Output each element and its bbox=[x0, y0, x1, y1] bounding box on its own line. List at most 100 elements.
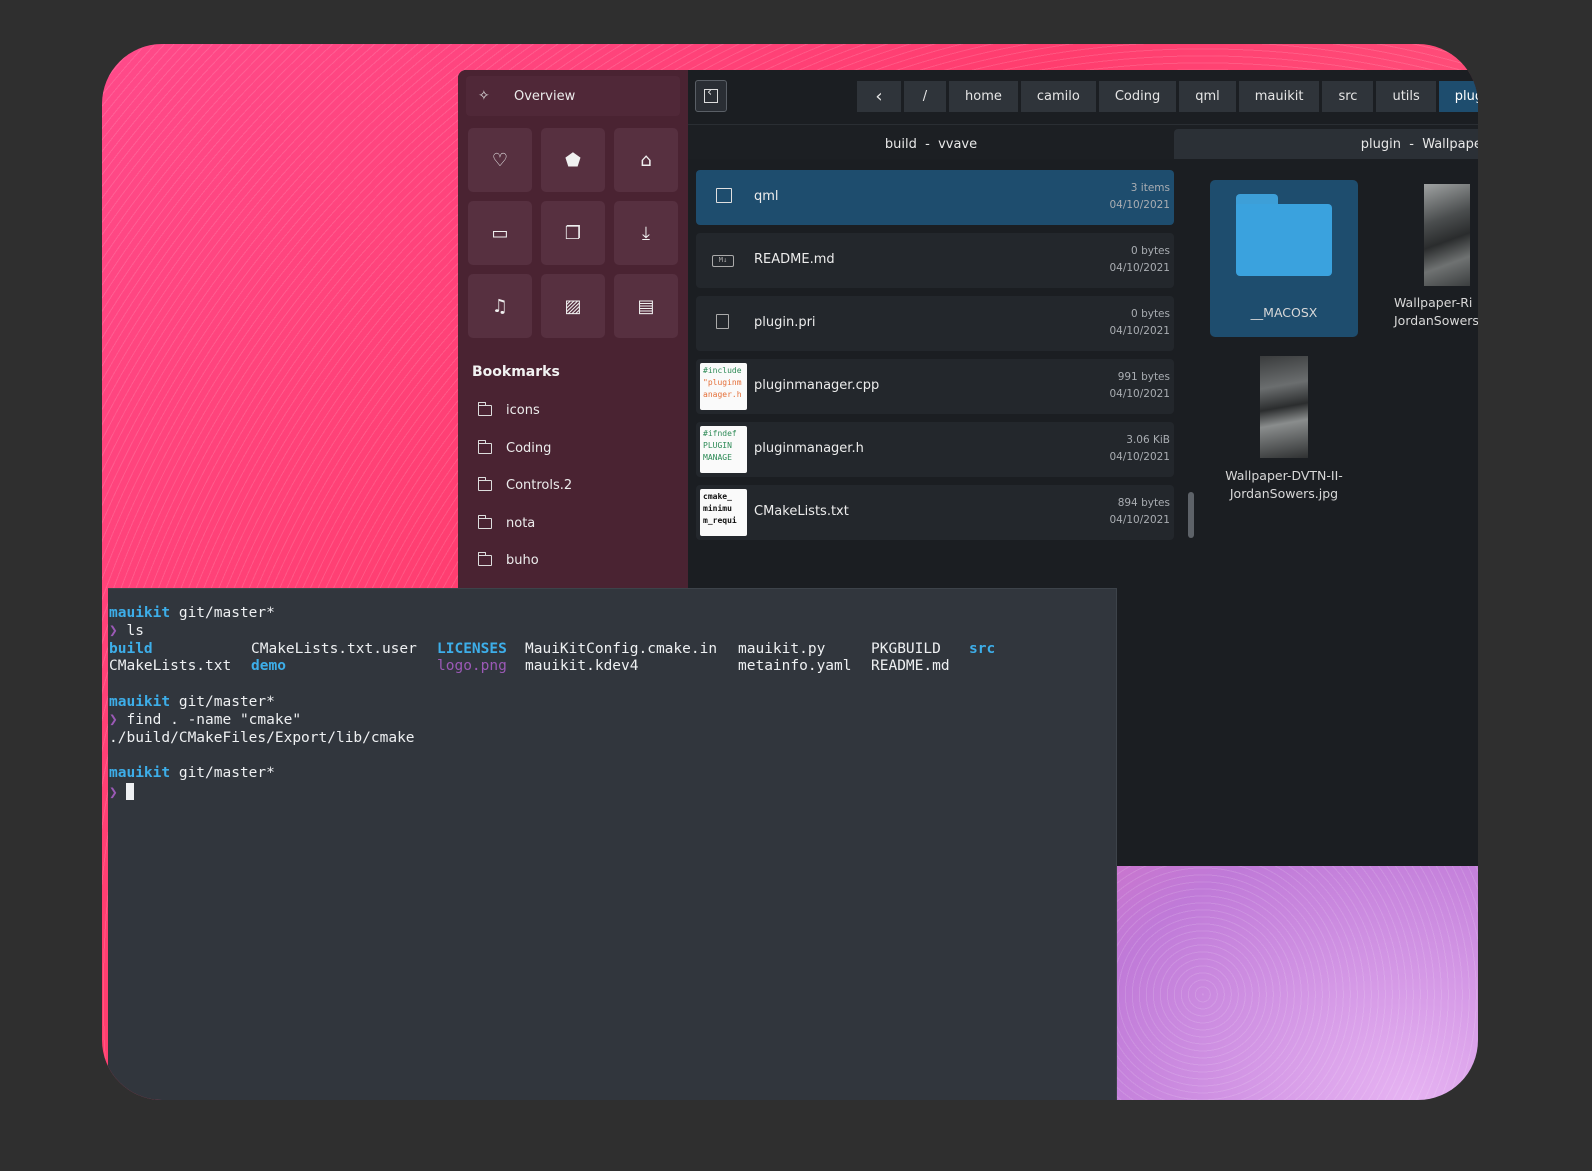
tab-subtitle: Wallpapers bbox=[1422, 136, 1478, 152]
breadcrumb-mauikit[interactable]: mauikit bbox=[1238, 81, 1320, 112]
list-item[interactable]: qml 3 items 04/10/2021 bbox=[696, 170, 1174, 225]
ls-entry: LICENSES bbox=[437, 640, 507, 657]
file-meta: 991 bytes 04/10/2021 bbox=[1109, 369, 1170, 403]
prompt-branch: git/master* bbox=[178, 605, 275, 621]
list-item[interactable]: #ifndef PLUGIN MANAGE pluginmanager.h 3.… bbox=[696, 422, 1174, 477]
sidebar-item-overview[interactable]: ✧ Overview bbox=[466, 76, 680, 116]
sidebar-item-icons[interactable]: icons bbox=[466, 392, 680, 430]
film-icon[interactable]: ▤ bbox=[614, 274, 678, 338]
file-date: 04/10/2021 bbox=[1109, 451, 1170, 463]
file-meta: 894 bytes 04/10/2021 bbox=[1109, 495, 1170, 529]
breadcrumb-plugin[interactable]: plugin bbox=[1438, 81, 1478, 112]
tab-separator: - bbox=[925, 136, 930, 152]
sidebar-item-nota[interactable]: nota bbox=[466, 505, 680, 543]
preview-line: #include bbox=[703, 366, 742, 375]
download-icon[interactable]: ⤓ bbox=[614, 201, 678, 265]
file-size: 3.06 KiB bbox=[1126, 434, 1170, 446]
grid-item-wallpaper-ri[interactable]: Wallpaper-Ri JordanSowers bbox=[1374, 180, 1478, 337]
ls-entry: metainfo.yaml bbox=[738, 658, 852, 675]
file-preview-thumbnail: cmake_ minimu m_requi bbox=[700, 489, 747, 536]
image-thumbnail bbox=[1260, 356, 1308, 458]
grid-item-wallpaper-dvtn[interactable]: Wallpaper-DVTN-II- JordanSowers.jpg bbox=[1210, 352, 1358, 512]
breadcrumb-coding[interactable]: Coding bbox=[1098, 81, 1177, 112]
tab-bar: build - vvave plugin - Wallpapers bbox=[688, 124, 1478, 159]
sidebar-toggle-button[interactable] bbox=[695, 80, 727, 112]
file-name: plugin.pri bbox=[754, 315, 816, 330]
list-item[interactable]: #include "pluginm anager.h pluginmanager… bbox=[696, 359, 1174, 414]
music-icon[interactable]: ♫ bbox=[468, 274, 532, 338]
ls-entry: PKGBUILD bbox=[871, 640, 941, 657]
preview-line: m_requi bbox=[703, 516, 737, 525]
folder-icon bbox=[477, 439, 492, 454]
ls-entry: README.md bbox=[871, 658, 950, 675]
breadcrumb-utils[interactable]: utils bbox=[1376, 81, 1436, 112]
sidebar-toggle-icon bbox=[704, 85, 718, 103]
tab-plugin-wallpapers[interactable]: plugin - Wallpapers bbox=[1174, 129, 1478, 159]
overview-label: Overview bbox=[514, 88, 576, 104]
prompt-dir: mauikit bbox=[109, 605, 171, 621]
file-date: 04/10/2021 bbox=[1109, 262, 1170, 274]
sidebar-item-coding[interactable]: Coding bbox=[466, 430, 680, 468]
ls-entry: mauikit.py bbox=[738, 640, 826, 657]
list-item[interactable]: M↓ README.md 0 bytes 04/10/2021 bbox=[696, 233, 1174, 288]
prompt-dir: mauikit bbox=[109, 765, 171, 782]
heart-icon[interactable]: ♡ bbox=[468, 128, 532, 192]
file-meta: 3.06 KiB 04/10/2021 bbox=[1109, 432, 1170, 466]
file-meta: 3 items 04/10/2021 bbox=[1109, 180, 1170, 214]
bookmarks-list: icons Coding Controls.2 nota buho bbox=[466, 392, 680, 580]
prompt-dir: mauikit bbox=[109, 693, 171, 710]
file-name: README.md bbox=[754, 252, 835, 267]
file-name: pluginmanager.cpp bbox=[754, 378, 880, 393]
breadcrumb-camilo[interactable]: camilo bbox=[1020, 81, 1096, 112]
file-size: 894 bytes bbox=[1117, 497, 1170, 509]
grid-item-label: Wallpaper-DVTN-II- JordanSowers.jpg bbox=[1210, 467, 1358, 503]
preview-line: cmake_ bbox=[703, 492, 732, 501]
file-date: 04/10/2021 bbox=[1109, 325, 1170, 337]
terminal-window[interactable]: mauikit git/master* ❯ ls build CMakeLists… bbox=[108, 588, 1117, 1100]
grid-item-label-line: JordanSowers.jpg bbox=[1229, 486, 1339, 501]
file-preview-thumbnail: #include "pluginm anager.h bbox=[700, 363, 747, 410]
quick-places-grid: ♡ ⬟ ⌂ ▭ ❐ ⤓ ♫ ▨ ▤ bbox=[468, 128, 682, 338]
home-icon[interactable]: ⌂ bbox=[614, 128, 678, 192]
grid-item-macosx[interactable]: __MACOSX bbox=[1210, 180, 1358, 337]
back-button[interactable]: ‹ bbox=[857, 81, 901, 112]
tag-icon[interactable]: ⬟ bbox=[541, 128, 605, 192]
prompt-symbol: ❯ bbox=[109, 622, 118, 639]
sidebar-item-buho[interactable]: buho bbox=[466, 542, 680, 580]
breadcrumb-home[interactable]: home bbox=[949, 81, 1018, 112]
bookmark-label: Coding bbox=[506, 440, 552, 456]
preview-line: PLUGIN bbox=[703, 441, 732, 450]
breadcrumb-qml[interactable]: qml bbox=[1179, 81, 1236, 112]
laptop-icon[interactable]: ▭ bbox=[468, 201, 532, 265]
preview-line: MANAGE bbox=[703, 453, 732, 462]
file-meta: 0 bytes 04/10/2021 bbox=[1109, 243, 1170, 277]
file-meta: 0 bytes 04/10/2021 bbox=[1109, 306, 1170, 340]
bookmark-label: buho bbox=[506, 553, 539, 569]
list-item[interactable]: plugin.pri 0 bytes 04/10/2021 bbox=[696, 296, 1174, 351]
file-date: 04/10/2021 bbox=[1109, 199, 1170, 211]
preview-line: #ifndef bbox=[703, 429, 737, 438]
folder-icon bbox=[477, 477, 492, 492]
tab-separator: - bbox=[1409, 136, 1414, 152]
file-name: qml bbox=[754, 189, 779, 204]
scrollbar[interactable] bbox=[1188, 492, 1194, 538]
folder-icon bbox=[477, 552, 492, 567]
command: find . -name "cmake" bbox=[126, 711, 302, 728]
folder-icon bbox=[477, 402, 492, 417]
breadcrumb-root[interactable]: / bbox=[904, 81, 946, 112]
documents-icon[interactable]: ❐ bbox=[541, 201, 605, 265]
folder-icon bbox=[477, 514, 492, 529]
bookmark-label: nota bbox=[506, 515, 536, 531]
file-size: 991 bytes bbox=[1117, 371, 1170, 383]
breadcrumb-src[interactable]: src bbox=[1322, 81, 1374, 112]
preview-line: minimu bbox=[703, 504, 732, 513]
desktop-screen: ✧ Overview ♡ ⬟ ⌂ ▭ ❐ ⤓ ♫ ▨ ▤ Bookmarks i… bbox=[102, 44, 1478, 1100]
grid-item-label: Wallpaper-Ri JordanSowers bbox=[1394, 294, 1478, 330]
image-icon[interactable]: ▨ bbox=[541, 274, 605, 338]
list-item[interactable]: cmake_ minimu m_requi CMakeLists.txt 894… bbox=[696, 485, 1174, 540]
sidebar-item-controls2[interactable]: Controls.2 bbox=[466, 467, 680, 505]
tab-build-vvave[interactable]: build - vvave bbox=[688, 129, 1174, 159]
text-cursor bbox=[126, 782, 135, 800]
ls-entry: demo bbox=[251, 658, 286, 675]
tab-title: plugin bbox=[1360, 136, 1401, 152]
